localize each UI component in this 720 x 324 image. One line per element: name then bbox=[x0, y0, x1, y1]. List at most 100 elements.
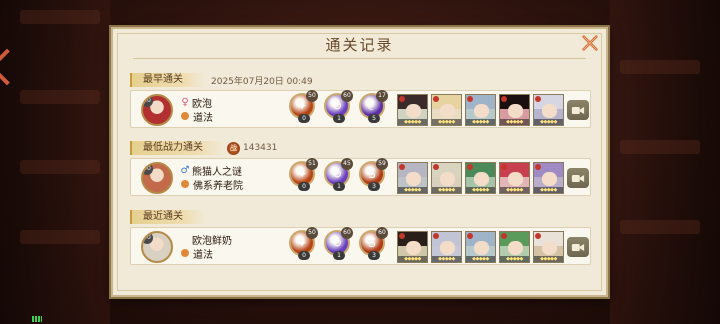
record-row: 60 ♀ 欧泡 道法 ✦ 50 0 ↻ 60 1 ☾ 17 5 ◆◆◆◆◆ ◆◆◆◆◆ ◆◆◆◆◆ ◆◆◆◆◆ ◆… bbox=[130, 90, 591, 128]
hero-lineup: ◆◆◆◆◆ ◆◆◆◆◆ ◆◆◆◆◆ ◆◆◆◆◆ ◆◆◆◆◆ bbox=[397, 94, 564, 126]
skill-level: 60 bbox=[341, 90, 353, 102]
player-name[interactable]: 欧泡 bbox=[192, 95, 212, 110]
hero-element-icon bbox=[535, 164, 541, 170]
hero-lineup: ◆◆◆◆◆ ◆◆◆◆◆ ◆◆◆◆◆ ◆◆◆◆◆ ◆◆◆◆◆ bbox=[397, 231, 564, 263]
hero-card[interactable]: ◆◆◆◆◆ bbox=[431, 231, 462, 263]
camera-replay-icon bbox=[571, 106, 585, 114]
male-icon: ♂ bbox=[180, 164, 190, 176]
guild-name: 佛系养老院 bbox=[193, 180, 243, 192]
hero-card[interactable]: ◆◆◆◆◆ bbox=[431, 94, 462, 126]
player-level-badge: 60 bbox=[143, 96, 153, 107]
clear-time: 2025年07月20日 00:49 bbox=[211, 76, 313, 87]
hero-card[interactable]: ◆◆◆◆◆ bbox=[465, 162, 496, 194]
hero-element-icon bbox=[433, 96, 439, 102]
player-info: ♂ 熊猫人之谜佛系养老院 bbox=[180, 163, 270, 192]
hero-card[interactable]: ◆◆◆◆◆ bbox=[499, 162, 530, 194]
hero-element-icon bbox=[467, 164, 473, 170]
player-name-line: ♂ 熊猫人之谜 bbox=[180, 163, 270, 178]
hero-star-rating: ◆◆◆◆◆ bbox=[534, 119, 563, 125]
hero-portrait-face bbox=[440, 172, 455, 186]
replay-button[interactable] bbox=[567, 100, 589, 120]
close-icon bbox=[582, 35, 598, 51]
hero-star-rating: ◆◆◆◆◆ bbox=[466, 187, 495, 193]
skill-count: 1 bbox=[333, 182, 345, 191]
player-name-line: 欧泡鲜奶 bbox=[180, 232, 270, 247]
background-menu-item bbox=[620, 140, 700, 154]
player-avatar[interactable]: 60 bbox=[141, 231, 173, 263]
section-header: 最早通关 2025年07月20日 00:49 bbox=[130, 72, 340, 88]
skill-level: 45 bbox=[341, 158, 353, 170]
hero-portrait-face bbox=[406, 104, 421, 118]
snake-skill-icon[interactable]: S 59 3 bbox=[359, 158, 388, 191]
guild-line: 道法 bbox=[180, 246, 270, 261]
hero-card[interactable]: ◆◆◆◆◆ bbox=[533, 94, 564, 126]
hero-card[interactable]: ◆◆◆◆◆ bbox=[397, 94, 428, 126]
fire-skill-icon[interactable]: ✦ 51 0 bbox=[289, 158, 318, 191]
fire-skill-icon[interactable]: ✦ 50 0 bbox=[289, 90, 318, 123]
section-title: 最早通关 bbox=[130, 73, 205, 87]
signal-icon bbox=[32, 316, 42, 322]
player-avatar[interactable]: 60 bbox=[141, 162, 173, 194]
player-name[interactable]: 熊猫人之谜 bbox=[192, 163, 242, 178]
female-icon: ♀ bbox=[181, 96, 189, 108]
skill-list: ✦ 50 0 ↻ 60 1 ☾ 17 5 bbox=[289, 90, 388, 123]
camera-replay-icon bbox=[571, 243, 585, 251]
dialog-title: 通关记录 bbox=[325, 36, 394, 54]
hero-card[interactable]: ◆◆◆◆◆ bbox=[499, 94, 530, 126]
hero-portrait-face bbox=[406, 241, 421, 255]
replay-button[interactable] bbox=[567, 237, 589, 257]
hero-star-rating: ◆◆◆◆◆ bbox=[534, 256, 563, 262]
hero-card[interactable]: ◆◆◆◆◆ bbox=[431, 162, 462, 194]
hero-portrait-face bbox=[542, 172, 557, 186]
background-menu-item bbox=[20, 160, 100, 174]
hero-portrait-face bbox=[406, 172, 421, 186]
background-menu-item bbox=[20, 230, 100, 244]
guild-line: 佛系养老院 bbox=[180, 177, 270, 192]
hero-star-rating: ◆◆◆◆◆ bbox=[432, 119, 461, 125]
background-menu-item bbox=[20, 10, 100, 24]
section-header: 最低战力通关战 143431 bbox=[130, 140, 340, 156]
hero-element-icon bbox=[467, 233, 473, 239]
hero-card[interactable]: ◆◆◆◆◆ bbox=[465, 94, 496, 126]
player-avatar[interactable]: 60 bbox=[141, 94, 173, 126]
hero-star-rating: ◆◆◆◆◆ bbox=[398, 119, 427, 125]
player-name[interactable]: 欧泡鲜奶 bbox=[192, 232, 232, 247]
hero-star-rating: ◆◆◆◆◆ bbox=[500, 119, 529, 125]
skill-count: 5 bbox=[368, 114, 380, 123]
clear-records-dialog: 通关记录 最早通关 2025年07月20日 00:49 60 ♀ 欧泡 道法 ✦ 50 0 ↻ 60… bbox=[111, 27, 608, 297]
skill-level: 50 bbox=[306, 227, 318, 239]
wind-skill-icon[interactable]: ↻ 60 1 bbox=[324, 90, 353, 123]
skill-level: 59 bbox=[376, 158, 388, 170]
hero-element-icon bbox=[399, 164, 405, 170]
close-button[interactable] bbox=[580, 33, 600, 53]
replay-button[interactable] bbox=[567, 168, 589, 188]
hero-card[interactable]: ◆◆◆◆◆ bbox=[533, 231, 564, 263]
camera-replay-icon bbox=[571, 174, 585, 182]
guild-name: 道法 bbox=[193, 112, 213, 124]
hero-card[interactable]: ◆◆◆◆◆ bbox=[397, 231, 428, 263]
skill-count: 0 bbox=[298, 114, 310, 123]
hero-portrait-face bbox=[508, 241, 523, 255]
hero-star-rating: ◆◆◆◆◆ bbox=[432, 256, 461, 262]
hero-portrait-face bbox=[474, 172, 489, 186]
snake-skill-icon[interactable]: S 60 3 bbox=[359, 227, 388, 260]
hero-card[interactable]: ◆◆◆◆◆ bbox=[465, 231, 496, 263]
hero-card[interactable]: ◆◆◆◆◆ bbox=[533, 162, 564, 194]
skill-count: 0 bbox=[298, 251, 310, 260]
player-name-line: ♀ 欧泡 bbox=[180, 95, 270, 110]
hero-lineup: ◆◆◆◆◆ ◆◆◆◆◆ ◆◆◆◆◆ ◆◆◆◆◆ ◆◆◆◆◆ bbox=[397, 162, 564, 194]
moon-skill-icon[interactable]: ☾ 17 5 bbox=[359, 90, 388, 123]
skill-list: ✦ 50 0 ↻ 60 1 S 60 3 bbox=[289, 227, 388, 260]
wind-skill-icon[interactable]: ↻ 45 1 bbox=[324, 158, 353, 191]
hero-card[interactable]: ◆◆◆◆◆ bbox=[397, 162, 428, 194]
guild-name: 道法 bbox=[193, 249, 213, 261]
hero-star-rating: ◆◆◆◆◆ bbox=[398, 256, 427, 262]
skill-count: 1 bbox=[333, 251, 345, 260]
background-menu-item bbox=[620, 60, 700, 74]
hero-card[interactable]: ◆◆◆◆◆ bbox=[499, 231, 530, 263]
guild-icon bbox=[181, 180, 189, 188]
hero-portrait-face bbox=[440, 241, 455, 255]
fire-skill-icon[interactable]: ✦ 50 0 bbox=[289, 227, 318, 260]
hero-portrait-face bbox=[508, 104, 523, 118]
wind-skill-icon[interactable]: ↻ 60 1 bbox=[324, 227, 353, 260]
